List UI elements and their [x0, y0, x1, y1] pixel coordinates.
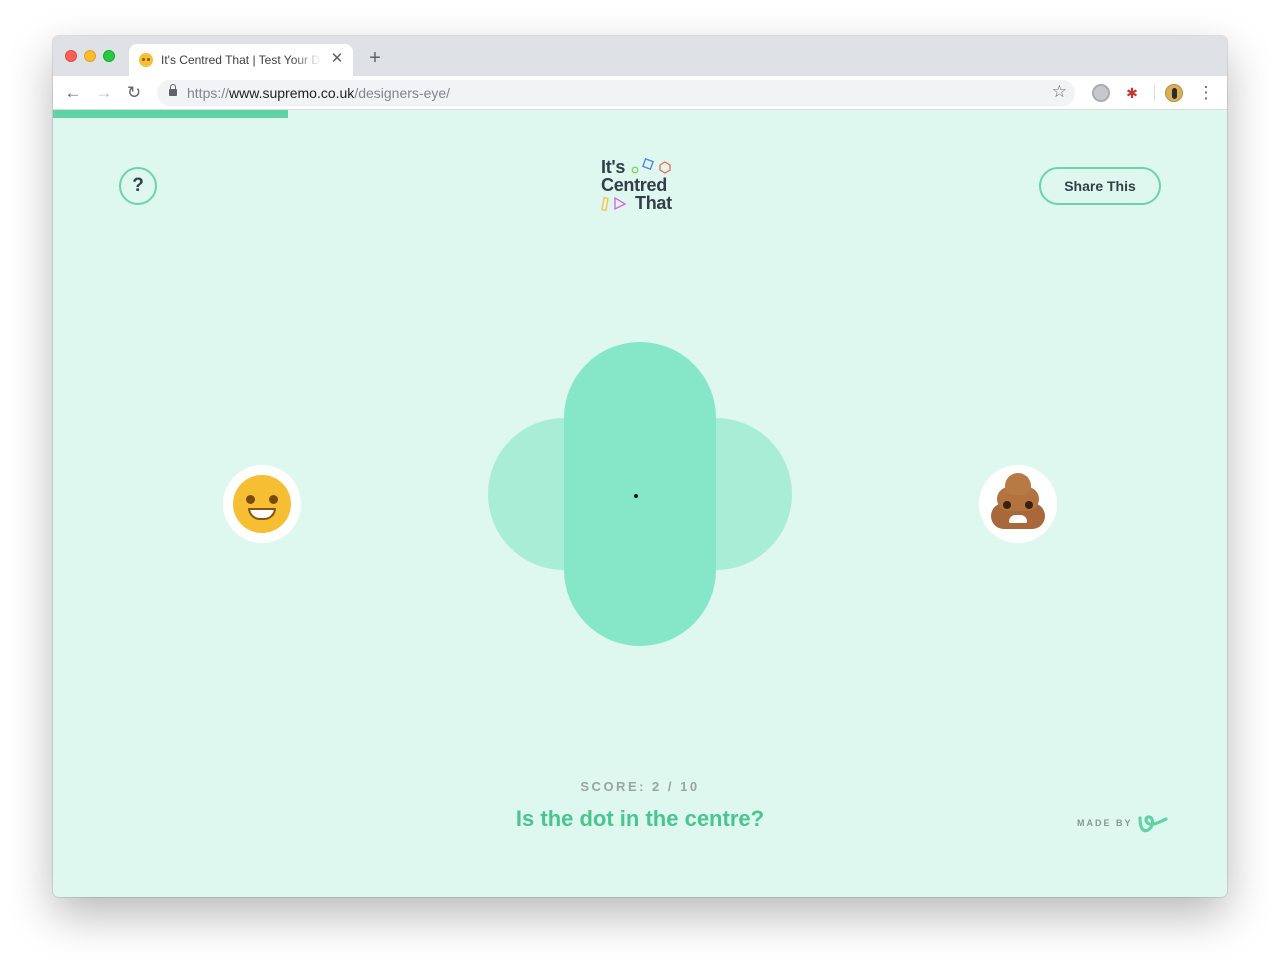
reload-button[interactable]: ↻ [123, 82, 145, 104]
tab-close-icon[interactable]: ✕ [329, 51, 345, 67]
bookmark-star-icon[interactable]: ☆ [1052, 82, 1067, 102]
tab-title: It's Centred That | Test Your De [161, 53, 321, 67]
globe-extension-icon[interactable] [1092, 84, 1110, 102]
browser-tab[interactable]: It's Centred That | Test Your De ✕ [129, 44, 353, 76]
score-text: SCORE: 2 / 10 [580, 779, 700, 794]
made-by-label[interactable]: MADE BY [1077, 818, 1133, 828]
pile-of-poo-icon [989, 473, 1047, 531]
url-text: https://www.supremo.co.uk/designers-eye/ [187, 85, 451, 101]
profile-avatar[interactable] [1165, 84, 1183, 102]
progress-bar [53, 110, 1227, 118]
browser-window: It's Centred That | Test Your De ✕ + ← →… [53, 36, 1227, 897]
toolbar-divider [1154, 85, 1155, 101]
help-button[interactable]: ? [119, 167, 157, 205]
progress-fill [53, 110, 288, 118]
maximize-window-button[interactable] [103, 50, 115, 62]
browser-menu-icon[interactable]: ⋮ [1197, 83, 1215, 103]
new-tab-button[interactable]: + [365, 48, 385, 68]
share-button[interactable]: Share This [1039, 167, 1161, 205]
vertical-pill [564, 342, 716, 646]
no-answer-button[interactable] [979, 465, 1057, 543]
logo-shapes-icon [601, 158, 671, 212]
back-button[interactable]: ← [62, 82, 84, 104]
centre-puzzle-shape [488, 342, 792, 646]
grinning-face-icon [233, 475, 291, 533]
target-dot [634, 494, 638, 498]
browser-toolbar: ← → ↻ https://www.supremo.co.uk/designer… [53, 76, 1227, 110]
forward-button[interactable]: → [93, 82, 115, 104]
game-page: ? It's Centred That Share This SCORE: 2 … [53, 110, 1227, 897]
minimize-window-button[interactable] [84, 50, 96, 62]
favicon-icon [139, 53, 153, 67]
extension-icon[interactable]: ✱ [1123, 84, 1141, 102]
yes-answer-button[interactable] [223, 465, 301, 543]
close-window-button[interactable] [65, 50, 77, 62]
question-text: Is the dot in the centre? [515, 806, 765, 831]
its-centred-that-logo: It's Centred That [601, 158, 681, 216]
supremo-logo-icon[interactable] [1136, 810, 1168, 834]
address-bar[interactable]: https://www.supremo.co.uk/designers-eye/… [157, 80, 1075, 106]
lock-icon [169, 84, 177, 96]
title-bar: It's Centred That | Test Your De ✕ + [53, 36, 1227, 76]
